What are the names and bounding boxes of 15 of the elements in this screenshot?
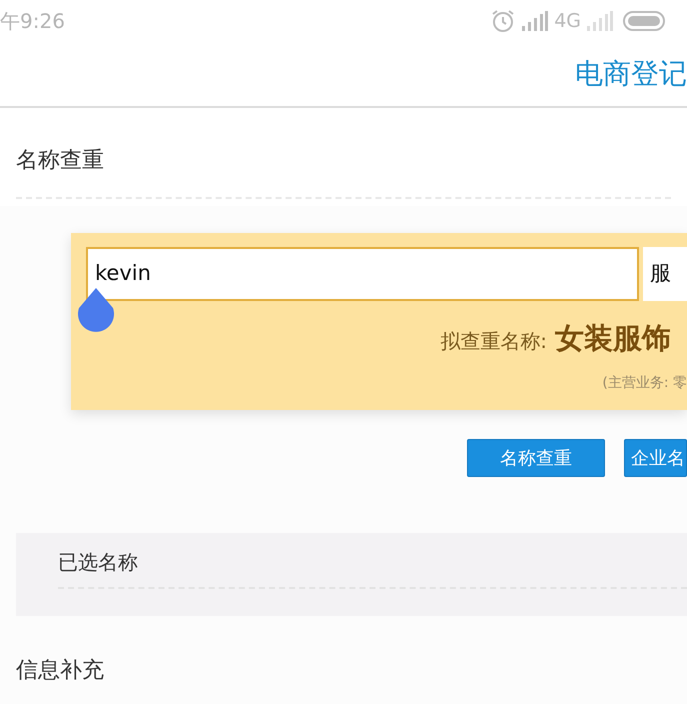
section-heading: 信息补充 [16, 658, 104, 683]
section-heading: 已选名称 [58, 550, 138, 574]
battery-icon [623, 11, 665, 31]
proposed-label: 拟查重名称: [440, 328, 547, 355]
section-heading: 名称查重 [16, 147, 104, 175]
status-time: 午9:26 [0, 8, 65, 35]
industry-field[interactable]: 服 [643, 247, 687, 301]
signal-icon [587, 11, 613, 31]
business-note: (主营业务: 零 [602, 374, 687, 392]
name-input[interactable]: kevin [86, 247, 639, 301]
page-title: 电商登记 [575, 56, 687, 92]
alarm-icon [490, 8, 516, 34]
proposed-name: 女装服饰 [555, 320, 672, 357]
network-label: 4G [554, 8, 581, 34]
signal-icon [522, 11, 548, 31]
